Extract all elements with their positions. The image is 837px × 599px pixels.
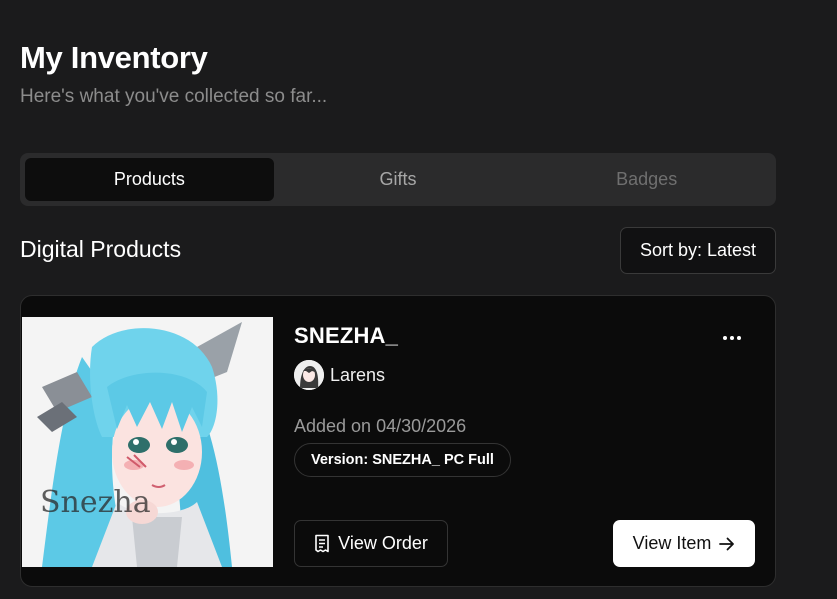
thumbnail-watermark: Snezha <box>40 485 151 520</box>
page-subtitle: Here's what you've collected so far... <box>20 86 328 107</box>
arrow-right-icon <box>719 537 735 551</box>
receipt-icon <box>314 534 330 553</box>
section-title: Digital Products <box>20 236 182 262</box>
view-item-label: View Item <box>632 533 712 553</box>
creator-link[interactable]: Larens <box>294 360 385 390</box>
page-title: My Inventory <box>20 40 208 75</box>
view-order-button[interactable]: View Order <box>294 520 448 567</box>
inventory-tabs: Products Gifts Badges <box>20 153 776 206</box>
product-thumbnail[interactable]: Snezha <box>22 317 273 567</box>
view-item-button[interactable]: View Item <box>613 520 755 567</box>
product-card: Snezha SNEZHA_ Larens Added on 04/30/202… <box>20 295 776 587</box>
version-badge: Version: SNEZHA_ PC Full <box>294 443 511 477</box>
tab-badges[interactable]: Badges <box>522 158 771 201</box>
tab-gifts[interactable]: Gifts <box>274 158 523 201</box>
inventory-page: My Inventory Here's what you've collecte… <box>0 0 837 599</box>
creator-name: Larens <box>330 364 386 385</box>
product-name[interactable]: SNEZHA_ <box>294 323 398 349</box>
view-order-label: View Order <box>338 533 428 553</box>
sort-button[interactable]: Sort by: Latest <box>620 227 776 274</box>
more-options-icon[interactable] <box>717 326 747 350</box>
product-thumbnail-art: Snezha <box>22 317 273 567</box>
tab-products[interactable]: Products <box>25 158 274 201</box>
creator-avatar <box>294 360 324 390</box>
added-date: Added on 04/30/2026 <box>294 416 467 436</box>
